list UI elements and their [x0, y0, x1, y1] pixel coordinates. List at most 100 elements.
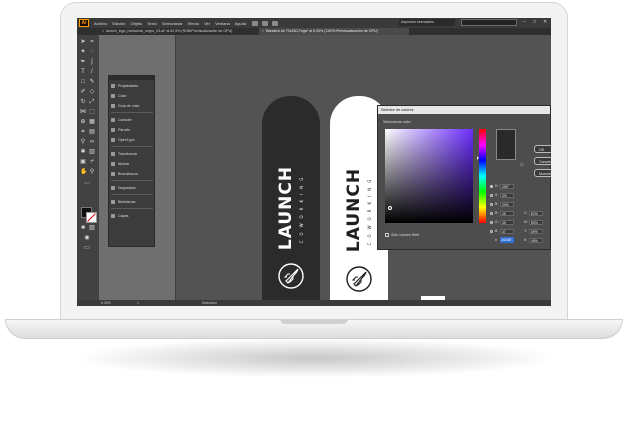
- rotate-tool-icon[interactable]: ↻: [80, 99, 86, 105]
- gradient-mode-icon[interactable]: ▨: [89, 225, 95, 231]
- ok-button[interactable]: OK: [534, 145, 551, 153]
- tab-launch-logo[interactable]: × launch_logo_horizontal_negro_03.ai* al …: [99, 28, 259, 35]
- bridge-icon[interactable]: [252, 20, 259, 26]
- panel-propiedades[interactable]: Propiedades: [111, 82, 138, 89]
- menu-seleccionar[interactable]: Seleccionar: [162, 21, 183, 26]
- panel-buscatrazos[interactable]: Buscatrazos: [111, 170, 138, 177]
- cancel-button[interactable]: Cancelar: [534, 157, 551, 165]
- menu-ver[interactable]: Ver: [204, 21, 210, 26]
- perspective-grid-icon[interactable]: ▦: [89, 119, 95, 125]
- workspace-switcher[interactable]: Aspectos esenciales: [399, 19, 455, 26]
- curvature-tool-icon[interactable]: ∫: [89, 59, 95, 65]
- field-blue[interactable]: B: 47: [490, 228, 514, 234]
- flag-dark[interactable]: LAUNCH COWORKING: [262, 96, 320, 306]
- field-r[interactable]: R: 45: [490, 210, 514, 216]
- rectangle-tool-icon[interactable]: □: [80, 79, 86, 85]
- panel-caracter[interactable]: Carácter: [111, 116, 132, 123]
- menu-edicion[interactable]: Edición: [112, 21, 125, 26]
- menu-archivo[interactable]: Archivo: [94, 21, 107, 26]
- field-value[interactable]: 0%: [500, 192, 514, 198]
- column-graph-icon[interactable]: ▥: [89, 149, 95, 155]
- field-value[interactable]: 80%: [529, 219, 543, 225]
- color-field-marker[interactable]: [388, 206, 392, 210]
- close-icon[interactable]: ✕: [543, 20, 547, 25]
- eraser-icon[interactable]: ◇: [89, 89, 95, 95]
- blend-tool-icon[interactable]: ∞: [89, 139, 95, 145]
- panel-header[interactable]: [109, 76, 154, 80]
- direct-selection-tool-icon[interactable]: ➣: [89, 39, 95, 45]
- dialog-title[interactable]: Selector de colores: [378, 106, 550, 114]
- panel-guia-color[interactable]: Guía de color: [111, 102, 140, 109]
- menu-objeto[interactable]: Objeto: [130, 21, 142, 26]
- maximize-icon[interactable]: □: [533, 20, 536, 25]
- close-tab-icon[interactable]: ×: [102, 29, 104, 33]
- panel-color[interactable]: Color: [111, 92, 127, 99]
- slice-tool-icon[interactable]: ⌿: [89, 159, 95, 165]
- zoom-level[interactable]: 6,25%: [101, 300, 111, 306]
- field-hex[interactable]: #2d2d2f: [490, 237, 514, 243]
- panel-capas[interactable]: Capas: [111, 212, 128, 219]
- field-c[interactable]: C: 82%: [524, 210, 543, 216]
- pen-tool-icon[interactable]: ✒: [80, 59, 86, 65]
- panel-bibliotecas[interactable]: Bibliotecas: [111, 198, 135, 205]
- hand-tool-icon[interactable]: ✋: [80, 169, 87, 175]
- selection-tool-icon[interactable]: ➤: [80, 39, 86, 45]
- free-transform-icon[interactable]: ⬚: [89, 109, 95, 115]
- panel-degradado[interactable]: Degradado: [111, 184, 136, 191]
- field-k[interactable]: K: 49%: [524, 237, 543, 243]
- menu-texto[interactable]: Texto: [147, 21, 157, 26]
- draw-mode-icon[interactable]: ◉: [84, 235, 90, 241]
- field-value[interactable]: 45: [500, 210, 514, 216]
- field-value[interactable]: 69%: [529, 228, 543, 234]
- field-value[interactable]: 47: [500, 228, 514, 234]
- radio-g[interactable]: [490, 220, 493, 224]
- zoom-tool-icon[interactable]: ⚲: [89, 169, 95, 175]
- field-g[interactable]: G: 45: [490, 219, 514, 225]
- radio-b[interactable]: [490, 202, 493, 206]
- hue-slider-handle[interactable]: [477, 156, 479, 160]
- field-value[interactable]: 20%: [500, 201, 514, 207]
- field-y[interactable]: Y: 69%: [524, 228, 543, 234]
- close-tab-icon[interactable]: ×: [262, 29, 264, 33]
- field-value[interactable]: 49%: [529, 237, 543, 243]
- field-value[interactable]: 259°: [500, 183, 514, 189]
- edit-toolbar-icon[interactable]: ⋯: [84, 181, 90, 187]
- paintbrush-icon[interactable]: ✎: [89, 79, 95, 85]
- radio-s[interactable]: [490, 193, 493, 197]
- radio-blue[interactable]: [490, 229, 493, 233]
- field-b[interactable]: B: 20%: [490, 201, 514, 207]
- magic-wand-icon[interactable]: ✦: [80, 49, 86, 55]
- color-field[interactable]: [385, 129, 473, 223]
- gradient-tool-icon[interactable]: ▤: [89, 129, 95, 135]
- mesh-tool-icon[interactable]: ⌗: [80, 129, 86, 135]
- panel-parrafo[interactable]: Párrafo: [111, 126, 130, 133]
- panel-alinear[interactable]: Alinear: [111, 160, 129, 167]
- hue-slider[interactable]: [479, 129, 486, 223]
- stroke-swatch[interactable]: [86, 212, 97, 223]
- color-mode-icon[interactable]: ■: [80, 225, 86, 231]
- grid-icon[interactable]: [262, 20, 269, 26]
- hex-value[interactable]: 2d2d2f: [500, 237, 514, 243]
- radio-r[interactable]: [490, 211, 493, 215]
- web-only-option[interactable]: Sólo colores Web: [385, 233, 419, 237]
- minimize-icon[interactable]: –: [523, 20, 526, 25]
- cube-icon[interactable]: ⬡: [520, 162, 525, 167]
- field-value[interactable]: 45: [500, 219, 514, 225]
- line-tool-icon[interactable]: /: [89, 69, 95, 75]
- symbol-sprayer-icon[interactable]: ✱: [80, 149, 86, 155]
- menu-ayuda[interactable]: Ayuda: [235, 21, 246, 26]
- web-only-checkbox[interactable]: [385, 233, 389, 237]
- field-m[interactable]: M: 80%: [524, 219, 543, 225]
- field-value[interactable]: 82%: [529, 210, 543, 216]
- lasso-icon[interactable]: ◌: [89, 49, 95, 55]
- artboard-number[interactable]: 1: [137, 300, 139, 306]
- field-h[interactable]: H: 259°: [490, 183, 514, 189]
- artboard-tool-icon[interactable]: ▣: [80, 159, 86, 165]
- panel-opentype[interactable]: OpenType: [111, 136, 135, 143]
- radio-h[interactable]: [490, 184, 493, 188]
- scale-tool-icon[interactable]: ⤢: [89, 99, 95, 105]
- shape-builder-icon[interactable]: ⊕: [80, 119, 86, 125]
- screen-mode-icon[interactable]: ▭: [84, 245, 90, 251]
- type-tool-icon[interactable]: T: [80, 69, 86, 75]
- field-s[interactable]: S: 0%: [490, 192, 514, 198]
